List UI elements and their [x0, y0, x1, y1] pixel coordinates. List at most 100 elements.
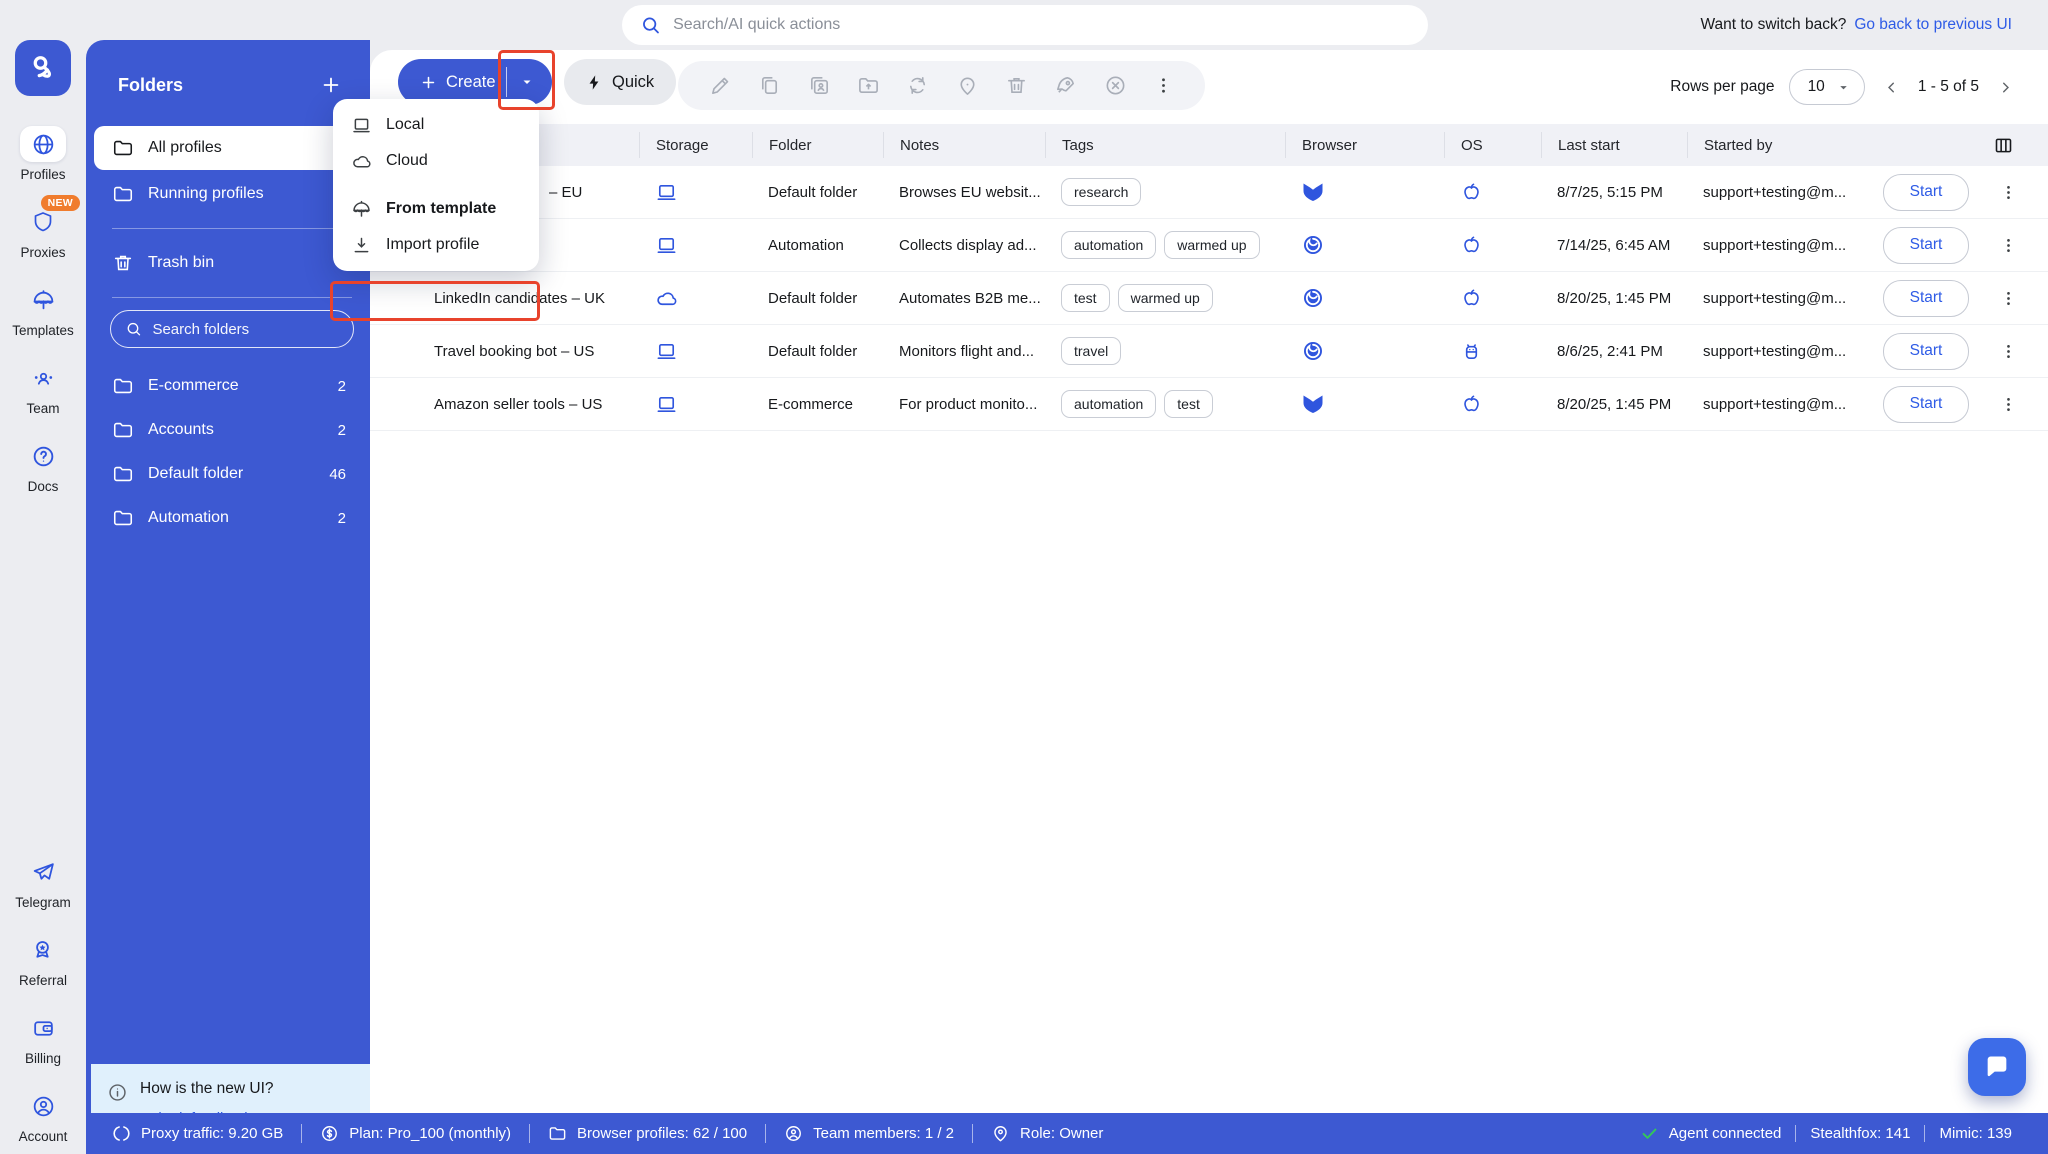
top-bar: Want to switch back? Go back to previous…: [370, 0, 2048, 50]
menu-item-from-template[interactable]: From template: [333, 191, 539, 227]
sidebar-item-all-profiles[interactable]: All profiles: [94, 126, 370, 170]
folder-name: Default folder: [148, 465, 243, 483]
sidebar-folder-ecommerce[interactable]: E-commerce 2: [86, 364, 370, 408]
sidebar-item-running-profiles[interactable]: Running profiles: [94, 172, 370, 216]
profile-notes: Monitors flight and...: [883, 343, 1045, 360]
row-menu-button[interactable]: [1995, 285, 2022, 312]
profile-name: LinkedIn candidates – UK: [370, 290, 639, 307]
rail-item-templates[interactable]: Templates: [12, 282, 74, 338]
more-icon[interactable]: [1149, 71, 1178, 100]
table-row[interactable]: – EU Default folder Browses EU websit...…: [370, 166, 2048, 219]
rail-item-team[interactable]: Team: [20, 360, 66, 416]
row-menu-button[interactable]: [1995, 179, 2022, 206]
rail-item-account[interactable]: Account: [19, 1088, 68, 1144]
global-search[interactable]: [622, 5, 1428, 45]
table-row[interactable]: Travel booking bot – US Default folder M…: [370, 325, 2048, 378]
table-row[interactable]: Automation Collects display ad... automa…: [370, 219, 2048, 272]
icon-rail: Profiles NEW Proxies Templates Team Docs: [0, 0, 86, 1154]
previous-page-button[interactable]: [1879, 75, 1904, 100]
apple-icon: [1460, 181, 1483, 204]
table-row[interactable]: Amazon seller tools – US E-commerce For …: [370, 378, 2048, 431]
launch-rocket-icon[interactable]: [1050, 70, 1081, 101]
column-header-tags[interactable]: Tags: [1045, 132, 1285, 158]
global-search-input[interactable]: [673, 16, 1410, 34]
row-menu-button[interactable]: [1995, 232, 2022, 259]
app-window: Profiles NEW Proxies Templates Team Docs: [0, 0, 2048, 1154]
sidebar-item-trash-bin[interactable]: Trash bin: [94, 241, 370, 285]
template-globe-icon: [31, 288, 56, 313]
row-menu-button[interactable]: [1995, 391, 2022, 418]
stat-agent-connected: Agent connected: [1626, 1124, 1796, 1143]
profile-started-by: support+testing@m...: [1687, 396, 1848, 413]
livechat-button[interactable]: [1968, 1038, 2026, 1096]
menu-item-label: Import profile: [386, 236, 479, 254]
tag: test: [1164, 390, 1213, 418]
sidebar-folder-automation[interactable]: Automation 2: [86, 496, 370, 540]
sidebar-folder-accounts[interactable]: Accounts 2: [86, 408, 370, 452]
tag: travel: [1061, 337, 1121, 365]
edit-icon[interactable]: [705, 70, 736, 101]
folder-name: E-commerce: [148, 377, 239, 395]
switch-back-link[interactable]: Go back to previous UI: [1854, 16, 2012, 34]
duplicate-icon[interactable]: [754, 70, 785, 101]
stat-proxy-traffic: Proxy traffic: 9.20 GB: [94, 1124, 301, 1143]
start-button[interactable]: Start: [1883, 333, 1969, 370]
clone-profile-icon[interactable]: [804, 70, 835, 101]
column-header-started-by[interactable]: Started by: [1687, 132, 1848, 158]
trash-icon: [112, 252, 134, 274]
menu-item-cloud[interactable]: Cloud: [333, 143, 539, 179]
rail-item-docs[interactable]: Docs: [20, 438, 66, 494]
quick-button[interactable]: Quick: [564, 59, 676, 105]
stop-icon[interactable]: [1100, 70, 1131, 101]
tag: warmed up: [1118, 284, 1213, 312]
rows-per-page-value: 10: [1808, 78, 1825, 96]
start-button[interactable]: Start: [1883, 227, 1969, 264]
rail-label-billing: Billing: [25, 1051, 61, 1066]
row-menu-button[interactable]: [1995, 338, 2022, 365]
apple-icon: [1460, 234, 1483, 257]
folder-search[interactable]: [110, 310, 354, 348]
folder-search-input[interactable]: [152, 321, 339, 338]
rows-per-page-select[interactable]: 10: [1789, 69, 1865, 105]
logo-glyph: [28, 53, 58, 83]
folder-icon: [112, 137, 134, 159]
sidebar-item-label: Trash bin: [148, 254, 214, 272]
profile-notes: Browses EU websit...: [883, 184, 1045, 201]
start-button[interactable]: Start: [1883, 280, 1969, 317]
column-header-os[interactable]: OS: [1444, 132, 1541, 158]
column-header-storage[interactable]: Storage: [639, 132, 752, 158]
lightning-icon: [586, 74, 603, 91]
rail-item-profiles[interactable]: Profiles: [20, 126, 66, 182]
rail-item-billing[interactable]: Billing: [20, 1010, 66, 1066]
shield-icon: [31, 210, 55, 234]
sidebar-folder-default[interactable]: Default folder 46: [86, 452, 370, 496]
rail-item-referral[interactable]: Referral: [19, 932, 67, 988]
start-button[interactable]: Start: [1883, 174, 1969, 211]
delete-icon[interactable]: [1001, 70, 1032, 101]
table-row[interactable]: LinkedIn candidates – UK Default folder …: [370, 272, 2048, 325]
pagination: Rows per page 10 1 - 5 of 5: [1670, 50, 2018, 124]
columns-icon[interactable]: [1993, 135, 2014, 156]
rail-item-proxies[interactable]: NEW Proxies: [20, 204, 66, 260]
menu-item-import-profile[interactable]: Import profile: [333, 227, 539, 263]
column-header-browser[interactable]: Browser: [1285, 132, 1444, 158]
add-folder-button[interactable]: [318, 72, 344, 98]
menu-item-local[interactable]: Local: [333, 107, 539, 143]
column-header-folder[interactable]: Folder: [752, 132, 883, 158]
column-header-last-start[interactable]: Last start: [1541, 132, 1687, 158]
rail-item-telegram[interactable]: Telegram: [15, 854, 71, 910]
start-button[interactable]: Start: [1883, 386, 1969, 423]
multilogin-logo[interactable]: [15, 40, 71, 96]
proxy-pin-icon[interactable]: [952, 70, 983, 101]
role-icon: [991, 1124, 1010, 1143]
column-header-notes[interactable]: Notes: [883, 132, 1045, 158]
next-page-button[interactable]: [1993, 75, 2018, 100]
move-folder-icon[interactable]: [853, 70, 884, 101]
folder-icon: [112, 463, 134, 485]
profile-folder: Default folder: [752, 343, 883, 360]
globe-icon: [31, 132, 56, 157]
rail-label-referral: Referral: [19, 973, 67, 988]
create-dropdown-toggle[interactable]: [507, 75, 547, 89]
sync-icon[interactable]: [902, 70, 933, 101]
sidebar-item-label: Running profiles: [148, 185, 264, 203]
